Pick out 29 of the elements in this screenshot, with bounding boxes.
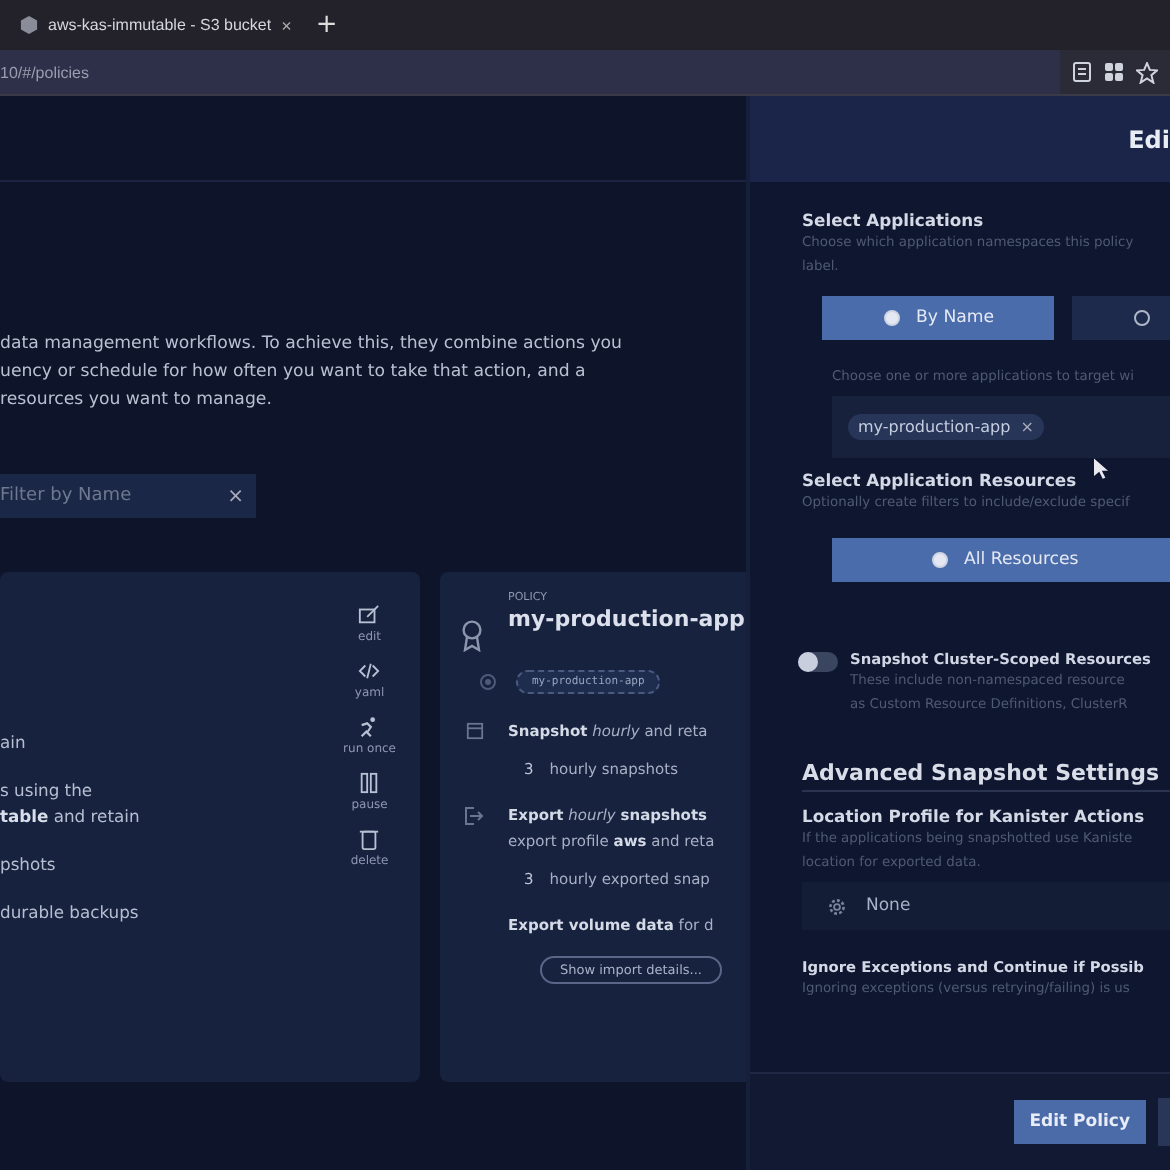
browser-tab[interactable]: aws-kas-immutable - S3 bucket × [20,15,292,35]
policy-name: my-production-app [508,606,745,632]
section-heading: Select Applications [802,210,986,230]
edit-policy-button[interactable]: Edit Policy [1013,1100,1146,1144]
applications-field[interactable]: my-production-app × [832,396,1170,458]
policy-text: durable backups [0,902,140,924]
field-label: Location Profile for Kanister Actions [802,806,1147,826]
clear-button[interactable]: × [227,485,244,507]
remove-button[interactable]: × [1020,418,1034,436]
section-heading: Select Application Resources [802,470,1079,490]
radio-option[interactable]: All Resources [832,538,1170,582]
radio-option[interactable]: By Name [822,296,1054,340]
new-tab-button[interactable]: + [315,10,338,40]
description-text: data management workflows. To achieve this, they combine actions you [0,332,624,356]
address-bar[interactable]: 10/#/policies [0,50,1060,94]
tab-close-button[interactable]: × [281,15,292,35]
section-heading: Advanced Snapshot Settings [802,760,1170,792]
policy-text: pshots [0,854,58,876]
policy-text: s using the [0,780,95,802]
location-select[interactable]: None [802,882,1170,930]
url-text: 10/#/policies [0,63,89,81]
policy-text: ain [0,732,28,754]
policy-text: table and retain [0,806,140,828]
description-text: resources you want to manage. [0,388,274,412]
description-text: uency or schedule for how often you want to take that action, and a [0,360,588,384]
tab-title: aws-kas-immutable - S3 bucket [48,16,272,34]
app-chip: my-production-app × [848,414,1044,440]
filter-field[interactable]: Filter by Name × [0,474,256,518]
drawer-title: Edi [1128,125,1170,153]
